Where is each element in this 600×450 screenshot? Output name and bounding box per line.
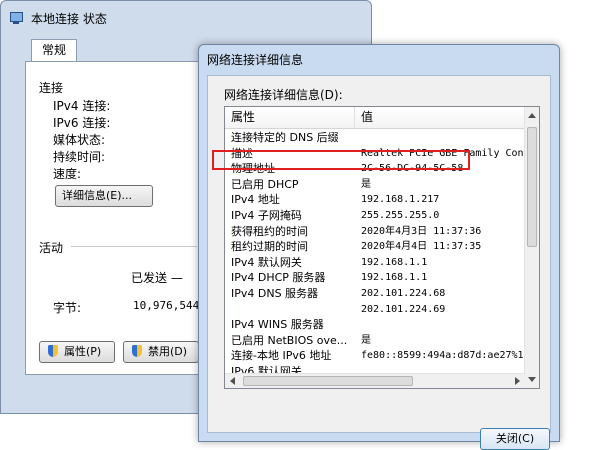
row-value: 是 (361, 178, 371, 190)
row-property: IPv4 DHCP 服务器 (231, 271, 326, 285)
row-value: 202.101.224.69 (361, 303, 446, 315)
row-property: 获得租约的时间 (231, 224, 308, 238)
details-list-label: 网络连接详细信息(D): (224, 88, 343, 102)
details-button[interactable]: 详细信息(E)... (55, 185, 153, 207)
list-item-mac-address[interactable]: 物理地址 2C-56-DC-94-5C-58 (225, 161, 525, 177)
row-value: 2020年4月4日 11:37:35 (361, 241, 482, 253)
disable-button[interactable]: 禁用(D) (123, 341, 199, 363)
properties-button[interactable]: 属性(P) (39, 341, 115, 363)
row-value: 192.168.1.217 (361, 194, 440, 206)
list-item[interactable]: 已启用 NetBIOS ove... 是 (225, 333, 525, 349)
details-list-header: 属性 值 (225, 107, 525, 129)
uac-shield-icon (130, 345, 144, 359)
list-item[interactable]: 202.101.224.69 (225, 302, 525, 318)
row-value (355, 317, 525, 333)
status-window-titlebar: 本地连接 状态 (9, 8, 107, 28)
row-property: 连接-本地 IPv6 地址 (231, 349, 332, 363)
row-value: 202.101.224.68 (361, 287, 446, 299)
column-header-value[interactable]: 值 (355, 107, 525, 128)
row-value: fe80::8599:494a:d87d:ae27%12 (361, 350, 525, 362)
horizontal-scrollbar[interactable] (225, 373, 525, 388)
list-item[interactable]: IPv4 地址 192.168.1.217 (225, 192, 525, 208)
details-dialog-title: 网络连接详细信息 (207, 53, 304, 67)
row-property: IPv4 地址 (231, 193, 280, 207)
vertical-scrollbar[interactable] (524, 107, 539, 388)
uac-shield-icon (46, 345, 60, 359)
list-item[interactable]: IPv4 子网掩码 255.255.255.0 (225, 208, 525, 224)
row-property: 已启用 DHCP (231, 177, 299, 191)
list-item[interactable]: 连接特定的 DNS 后缀 (225, 130, 525, 146)
tab-general[interactable]: 常规 (31, 39, 77, 61)
list-item[interactable]: 获得租约的时间 2020年4月3日 11:37:36 (225, 224, 525, 240)
row-value: 是 (361, 334, 371, 346)
scroll-right-arrow-icon[interactable] (515, 377, 520, 385)
connection-section-header: 连接 (39, 81, 64, 95)
row-value: 192.168.1.1 (361, 272, 428, 284)
scroll-up-arrow-icon[interactable] (528, 113, 536, 118)
close-button[interactable]: 关闭(C) (480, 428, 550, 450)
bytes-label: 字节: (53, 301, 82, 315)
details-list[interactable]: 属性 值 连接特定的 DNS 后缀 描述 Realtek PCIe GBE Fam… (224, 106, 540, 389)
properties-button-label: 属性(P) (64, 345, 102, 358)
status-window-title: 本地连接 状态 (31, 11, 107, 26)
ipv6-connectivity-label: IPv6 连接: (53, 116, 111, 130)
horizontal-scroll-thumb[interactable] (243, 376, 413, 386)
list-item[interactable]: 租约过期的时间 2020年4月4日 11:37:35 (225, 239, 525, 255)
details-dialog-body: 网络连接详细信息(D): 属性 值 连接特定的 DNS 后缀 描述 Realtek… (207, 75, 551, 450)
speed-label: 速度: (53, 167, 82, 181)
row-property: IPv4 WINS 服务器 (231, 318, 324, 332)
media-state-label: 媒体状态: (53, 133, 106, 147)
row-property: IPv4 默认网关 (231, 255, 302, 269)
list-item[interactable]: IPv4 DNS 服务器 202.101.224.68 (225, 286, 525, 302)
row-property: 描述 (231, 146, 253, 160)
row-value: 192.168.1.1 (361, 256, 428, 268)
list-item[interactable]: 已启用 DHCP 是 (225, 177, 525, 193)
column-header-property[interactable]: 属性 (225, 107, 355, 128)
duration-label: 持续时间: (53, 150, 106, 164)
row-property: IPv4 DNS 服务器 (231, 286, 319, 300)
row-property (225, 302, 355, 318)
row-property: 租约过期的时间 (231, 240, 308, 254)
list-item[interactable]: 描述 Realtek PCIe GBE Family Contro (225, 146, 525, 162)
row-property: 连接特定的 DNS 后缀 (231, 131, 339, 144)
activity-divider (71, 246, 197, 247)
list-item[interactable]: IPv4 WINS 服务器 (225, 317, 525, 333)
scroll-left-arrow-icon[interactable] (230, 377, 235, 385)
row-value: 2020年4月3日 11:37:36 (361, 225, 482, 237)
vertical-scroll-thumb[interactable] (527, 127, 537, 247)
network-connection-icon (9, 10, 25, 26)
disable-button-label: 禁用(D) (148, 345, 188, 358)
scroll-down-arrow-icon[interactable] (528, 377, 536, 382)
list-item[interactable]: IPv4 默认网关 192.168.1.1 (225, 255, 525, 271)
row-value: Realtek PCIe GBE Family Contro (361, 147, 525, 159)
list-item[interactable]: 连接-本地 IPv6 地址 fe80::8599:494a:d87d:ae27%1… (225, 348, 525, 364)
row-property: IPv4 子网掩码 (231, 208, 302, 222)
sent-label: 已发送 — (131, 271, 183, 285)
list-item[interactable]: IPv4 DHCP 服务器 192.168.1.1 (225, 270, 525, 286)
activity-section-header: 活动 (39, 241, 64, 255)
row-value: 255.255.255.0 (361, 209, 440, 221)
row-value: 2C-56-DC-94-5C-58 (361, 163, 464, 175)
row-value (355, 130, 525, 146)
details-rows: 连接特定的 DNS 后缀 描述 Realtek PCIe GBE Family C… (225, 130, 525, 380)
ipv4-connectivity-label: IPv4 连接: (53, 99, 111, 113)
row-property: 物理地址 (231, 162, 275, 176)
bytes-sent-value: 10,976,544 (133, 299, 200, 312)
details-dialog: 网络连接详细信息 网络连接详细信息(D): 属性 值 连接特定的 DNS 后缀 … (198, 44, 560, 450)
row-property: 已启用 NetBIOS ove... (231, 333, 348, 347)
